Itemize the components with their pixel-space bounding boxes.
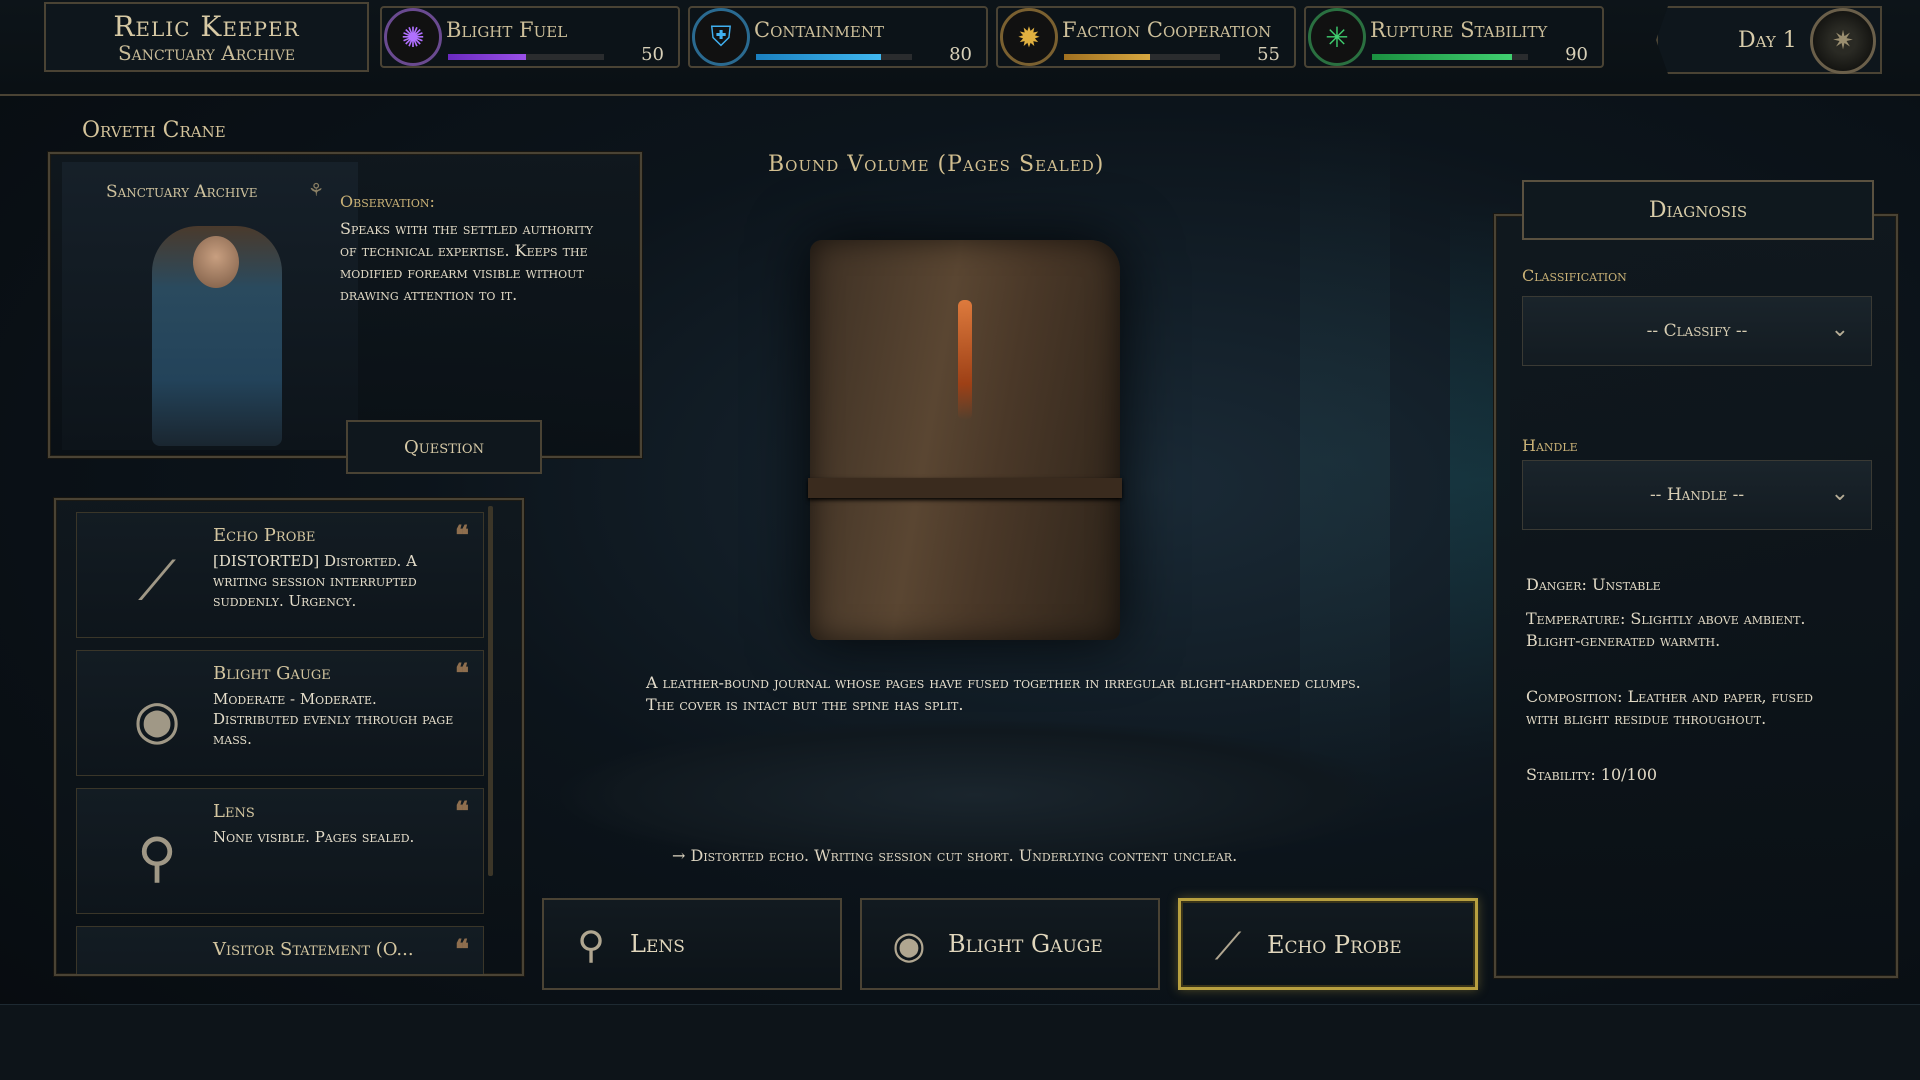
game-title-line2: Sanctuary Archive bbox=[117, 40, 296, 65]
danger-info: Danger: Unstable bbox=[1526, 575, 1661, 594]
day-counter: Day 1 ✷ bbox=[1656, 6, 1882, 74]
evidence-desc: None visible. Pages sealed. bbox=[213, 828, 415, 846]
evidence-item-visitor-statement[interactable]: Visitor Statement (O... ❝ bbox=[76, 926, 484, 974]
lens-icon: ⚲ bbox=[137, 825, 177, 889]
tool-blight-gauge-button[interactable]: ◉ Blight Gauge bbox=[860, 898, 1160, 990]
evidence-item-echo-probe[interactable]: ⟋ Echo Probe [DISTORTED] Distorted. A wr… bbox=[76, 512, 484, 638]
evidence-name: Visitor Statement (O... bbox=[213, 939, 414, 960]
stat-bar-fill bbox=[1372, 54, 1513, 60]
statement-icon bbox=[117, 955, 197, 974]
stat-faction-cooperation: ✹ Faction Cooperation 55 bbox=[996, 6, 1296, 68]
lens-icon: ⚲ bbox=[577, 923, 605, 967]
evidence-name: Blight Gauge bbox=[213, 663, 331, 684]
game-title-line1: Relic Keeper bbox=[113, 9, 300, 43]
evidence-item-lens[interactable]: ⚲ Lens None visible. Pages sealed. ❝ bbox=[76, 788, 484, 914]
classification-label: Classification bbox=[1522, 266, 1627, 285]
compass-dial-icon: ✷ bbox=[1810, 8, 1876, 74]
classification-select[interactable]: -- Classify -- ⌄ bbox=[1522, 296, 1872, 366]
handle-value: -- Handle -- bbox=[1649, 485, 1745, 505]
quote-icon[interactable]: ❝ bbox=[455, 659, 469, 689]
blight-gauge-icon: ◉ bbox=[892, 923, 926, 967]
star-icon: ✳ bbox=[1308, 8, 1366, 66]
stat-bar-fill bbox=[1064, 54, 1150, 60]
stat-value: 80 bbox=[949, 44, 972, 65]
echo-probe-icon: ⟋ bbox=[1214, 923, 1242, 968]
stat-value: 50 bbox=[641, 44, 664, 65]
evidence-desc: [DISTORTED] Distorted. A writing session… bbox=[213, 552, 417, 610]
visitor-panel: Sanctuary Archive ⚘ Observation: Speaks … bbox=[48, 152, 642, 474]
blight-gauge-icon: ◉ bbox=[133, 687, 181, 751]
tool-echo-probe-button[interactable]: ⟋ Echo Probe bbox=[1178, 898, 1478, 990]
stability-info: Stability: 10/100 bbox=[1526, 765, 1658, 784]
quote-icon[interactable]: ❝ bbox=[455, 935, 469, 965]
blight-crack bbox=[958, 300, 972, 420]
evidence-desc: Moderate - Moderate. Distributed evenly … bbox=[213, 690, 454, 748]
question-button[interactable]: Question bbox=[346, 420, 542, 474]
item-title: Bound Volume (Pages Sealed) bbox=[768, 152, 1105, 177]
echo-probe-icon: ⟋ bbox=[138, 549, 176, 612]
visitor-head bbox=[193, 236, 239, 288]
book-strap bbox=[808, 478, 1122, 498]
handle-label: Handle bbox=[1522, 436, 1578, 455]
handle-select[interactable]: -- Handle -- ⌄ bbox=[1522, 460, 1872, 530]
stat-label: Blight Fuel bbox=[446, 18, 568, 42]
evidence-scrollbar[interactable] bbox=[488, 506, 493, 876]
stat-bar-fill bbox=[448, 54, 526, 60]
evidence-name: Echo Probe bbox=[213, 525, 316, 546]
stat-bar bbox=[1372, 54, 1528, 60]
quote-icon[interactable]: ❝ bbox=[455, 521, 469, 551]
quote-icon[interactable]: ❝ bbox=[455, 797, 469, 827]
observation-text: Speaks with the settled authority of tec… bbox=[340, 219, 593, 304]
evidence-name: Lens bbox=[213, 801, 255, 822]
stat-label: Containment bbox=[754, 18, 884, 42]
temperature-info: Temperature: Slightly above ambient. Bli… bbox=[1526, 609, 1806, 650]
game-title: Relic Keeper Sanctuary Archive bbox=[44, 2, 369, 72]
stat-value: 90 bbox=[1565, 44, 1588, 65]
diagnosis-title: Diagnosis bbox=[1522, 180, 1874, 240]
stat-label: Faction Cooperation bbox=[1062, 18, 1272, 42]
sun-icon: ✹ bbox=[1000, 8, 1058, 66]
top-bar: Relic Keeper Sanctuary Archive ✺ Blight … bbox=[0, 0, 1920, 96]
evidence-item-blight-gauge[interactable]: ◉ Blight Gauge Moderate - Moderate. Dist… bbox=[76, 650, 484, 776]
stat-containment: ⛨ Containment 80 bbox=[688, 6, 988, 68]
tool-label: Blight Gauge bbox=[948, 930, 1103, 958]
stat-label: Rupture Stability bbox=[1370, 18, 1548, 42]
blight-icon: ✺ bbox=[384, 8, 442, 66]
shield-icon: ⛨ bbox=[692, 8, 750, 66]
visitor-name: Orveth Crane bbox=[82, 118, 226, 143]
stat-bar bbox=[756, 54, 912, 60]
chevron-down-icon: ⌄ bbox=[1830, 317, 1849, 342]
stat-bar bbox=[1064, 54, 1220, 60]
item-description: A leather-bound journal whose pages have… bbox=[646, 673, 1361, 714]
tool-label: Echo Probe bbox=[1267, 931, 1402, 959]
classification-value: -- Classify -- bbox=[1646, 321, 1748, 341]
tool-label: Lens bbox=[630, 930, 685, 958]
stat-blight-fuel: ✺ Blight Fuel 50 bbox=[380, 6, 680, 68]
stat-rupture-stability: ✳ Rupture Stability 90 bbox=[1304, 6, 1604, 68]
visitor-portrait: Sanctuary Archive ⚘ bbox=[62, 162, 358, 450]
chevron-down-icon: ⌄ bbox=[1830, 481, 1849, 506]
tool-lens-button[interactable]: ⚲ Lens bbox=[542, 898, 842, 990]
stat-bar bbox=[448, 54, 604, 60]
evidence-panel: ⟋ Echo Probe [DISTORTED] Distorted. A wr… bbox=[54, 498, 524, 976]
stat-bar-fill bbox=[756, 54, 881, 60]
observation-title: Observation: bbox=[340, 192, 435, 211]
location-icon: ⚘ bbox=[308, 180, 325, 201]
stat-value: 55 bbox=[1257, 44, 1280, 65]
tool-result: → Distorted echo. Writing session cut sh… bbox=[672, 846, 1238, 865]
composition-info: Composition: Leather and paper, fused wi… bbox=[1526, 687, 1813, 728]
day-label: Day 1 bbox=[1738, 28, 1797, 53]
portrait-location: Sanctuary Archive bbox=[106, 182, 258, 202]
bottom-bar bbox=[0, 1004, 1920, 1080]
